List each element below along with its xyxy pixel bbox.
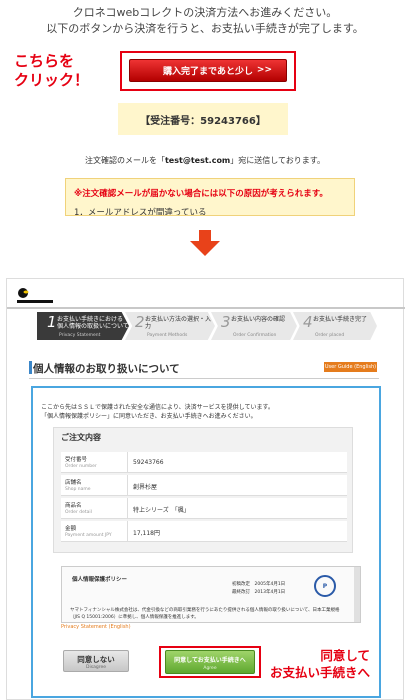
order-number-box: 【受注番号：59243766】 (118, 103, 288, 135)
warning-item: 1．メールアドレスが間違っている (74, 208, 207, 216)
warning-title: ※注文確認メールが届かない場合には以下の原因が考えられます。 (74, 189, 328, 199)
agree-callout-line-2: お支払い手続きへ (270, 665, 371, 680)
privacy-policy-box[interactable]: 個人情報保護ポリシー 初稿改定 2005年4月1日 最終改訂 2013年4月1日… (61, 566, 361, 623)
row-value: 創界杉屋 (133, 484, 158, 491)
mail-sent-prefix: 注文確認のメールを「 (84, 156, 165, 165)
row-label: 金額 (65, 526, 77, 532)
disagree-sub: Disagree (86, 665, 106, 670)
step-sub: Order Confirmation (233, 333, 277, 338)
agree-sub: Agree (203, 666, 217, 671)
row-label: 受付番号 (65, 457, 88, 463)
row-value: 17,118円 (133, 530, 160, 537)
order-row-number: 受付番号 Order number 59243766 (61, 452, 347, 473)
page-title: 個人情報のお取り扱いについて (33, 363, 180, 375)
policy-title: 個人情報保護ポリシー (72, 577, 128, 583)
row-label: 商品名 (65, 503, 82, 509)
privacy-mark-icon: P (314, 575, 336, 597)
policy-date-2: 最終改訂 2013年4月1日 (232, 590, 286, 595)
step-label: お支払い方法の選択・入力 (145, 316, 212, 330)
instruction-line-1: クロネコwebコレクトの決済方法へお進みください。 (72, 6, 338, 19)
order-row-shop: 店舗名 Shop name 創界杉屋 (61, 475, 347, 496)
row-label: 店舗名 (65, 480, 82, 486)
order-summary-title: ご注文内容 (61, 433, 101, 442)
step-number: 1 (47, 313, 57, 331)
checkout-page: 1 お支払い手続きにおける 個人情報の取扱いについて Privacy State… (6, 278, 405, 700)
agree-callout-line-1: 同意して (320, 648, 371, 663)
arrow-down-icon (190, 230, 220, 256)
row-sub: Shop name (65, 487, 91, 492)
row-sub: Order number (65, 464, 97, 469)
mail-warning-box: ※注文確認メールが届かない場合には以下の原因が考えられます。 1．メールアドレス… (65, 178, 355, 216)
order-row-item: 商品名 Order detail 特上シリーズ 「楓」 (61, 498, 347, 519)
row-value: 特上シリーズ 「楓」 (133, 507, 190, 514)
policy-scrollbar[interactable] (354, 567, 360, 622)
row-sub: Payment amount JPY (65, 533, 112, 538)
step-sub: Privacy Statement (59, 333, 101, 338)
step-sub: Payment Methods (147, 333, 188, 338)
mail-sent-email: test@test.com (164, 156, 231, 165)
checkout-steps: 1 お支払い手続きにおける 個人情報の取扱いについて Privacy State… (37, 312, 377, 340)
heading-accent-bar (29, 361, 32, 374)
disagree-label: 同意しない (77, 655, 115, 664)
step-label: お支払い手続き完了 (313, 316, 368, 323)
step-4: 4 お支払い手続き完了 Order placed (293, 312, 377, 340)
privacy-statement-english-link[interactable]: Privacy Statement (English) (61, 624, 131, 630)
order-row-amount: 金額 Payment amount JPY 17,118円 (61, 521, 347, 542)
purchase-complete-button[interactable]: 購入完了まであと少し >> (129, 59, 287, 82)
order-number: 【受注番号：59243766】 (140, 115, 266, 127)
policy-date-1: 初稿改定 2005年4月1日 (232, 582, 286, 587)
policy-text: ヤマトフィナンシャル株式会社は、代金引換などの商取引業務を行うにあたり提供される… (70, 608, 340, 620)
agree-button-highlight: 同意してお支払い手続きへ Agree (159, 646, 261, 678)
callout-line-2: クリック！ (14, 71, 90, 89)
header-divider (7, 307, 405, 309)
instruction-line-2: 以下のボタンから決済を行うと、お支払い手続きが完了します。 (46, 22, 364, 35)
step-number: 4 (303, 313, 313, 331)
step-sub: Order placed (315, 333, 345, 338)
user-guide-english-button[interactable]: User Guide (English) (324, 362, 377, 372)
click-here-callout: こちらを クリック！ (14, 52, 89, 90)
row-sub: Order detail (65, 510, 92, 515)
step-number: 2 (135, 313, 145, 331)
agree-label: 同意してお支払い手続きへ (174, 657, 246, 664)
agree-button[interactable]: 同意してお支払い手続きへ Agree (165, 650, 255, 674)
mail-sent-suffix: 」宛に送信しております。 (230, 156, 325, 165)
ssl-intro: ここから先はＳＳＬで保護された安全な通信により、決済サービスを提供しています。 … (41, 403, 274, 421)
yamato-logo-icon (17, 288, 53, 303)
agree-callout: 同意して お支払い手続きへ (270, 647, 370, 681)
heading-divider (29, 378, 379, 379)
step-3: 3 お支払い内容の確認 Order Confirmation (211, 312, 297, 340)
step-1: 1 お支払い手続きにおける 個人情報の取扱いについて Privacy State… (37, 312, 129, 340)
mail-sent-notice: 注文確認のメールを「test@test.com」宛に送信しております。 (0, 155, 410, 166)
disagree-button[interactable]: 同意しない Disagree (63, 650, 129, 672)
callout-line-1: こちらを (14, 52, 75, 70)
step-label: お支払い内容の確認 (231, 316, 286, 323)
intro-line-1: ここから先はＳＳＬで保護された安全な通信により、決済サービスを提供しています。 (41, 404, 274, 411)
step-label: お支払い手続きにおける 個人情報の取扱いについて (57, 316, 129, 330)
intro-line-2: 「個人情報保護ポリシー」に同意いただき、お支払い手続きへお進みください。 (41, 413, 257, 420)
double-chevron-right-icon: >> (256, 65, 272, 75)
row-value: 59243766 (133, 459, 164, 466)
purchase-button-highlight: 購入完了まであと少し >> (120, 51, 296, 91)
purchase-button-label: 購入完了まであと少し (163, 67, 253, 77)
step-2: 2 お支払い方法の選択・入力 Payment Methods (125, 312, 215, 340)
step-number: 3 (221, 313, 231, 331)
